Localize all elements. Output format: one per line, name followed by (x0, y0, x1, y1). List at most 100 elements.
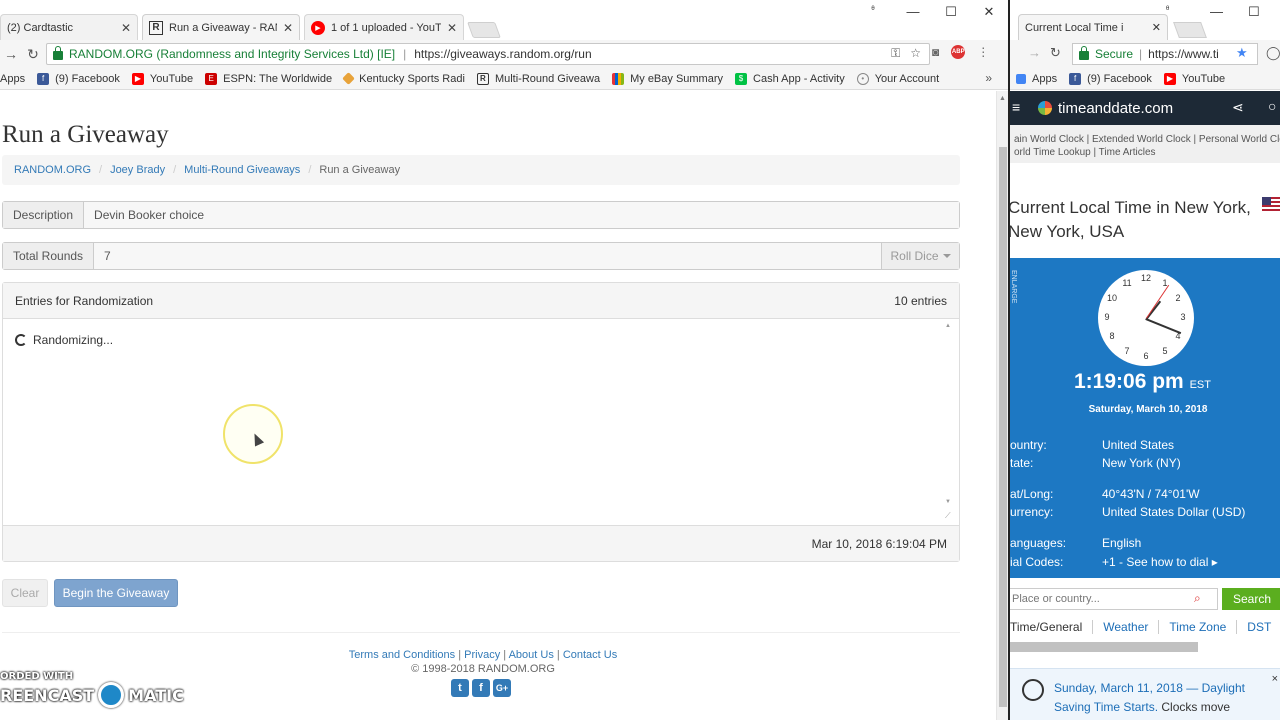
address-bar-right[interactable]: Secure | https://www.ti (1072, 43, 1258, 65)
tab-time-zone[interactable]: Time Zone (1158, 620, 1236, 634)
hamburger-menu-icon[interactable]: ≡ (1012, 99, 1020, 115)
bookmark-star-icon[interactable]: ☆ (910, 46, 921, 61)
tab-youtube-upload[interactable]: ▶ 1 of 1 uploaded - YouTu ✕ (304, 14, 464, 40)
facebook-icon[interactable]: f (472, 679, 490, 697)
more-bookmarks-icon[interactable]: » (985, 71, 992, 85)
place-search-input[interactable]: Place or country... (1010, 588, 1218, 610)
tab-weather[interactable]: Weather (1092, 620, 1158, 634)
info-lat-long: at/Long: 40°43'N / 74°01'W (1010, 487, 1200, 501)
close-banner-icon[interactable]: × (1272, 673, 1278, 685)
contact-link[interactable]: Contact Us (563, 649, 617, 661)
reload-icon[interactable]: ↻ (1050, 45, 1061, 61)
tab-time-general[interactable]: Time/General (1010, 620, 1092, 634)
dst-banner: Sunday, March 11, 2018 — Daylight Saving… (1010, 668, 1280, 720)
roll-dice-button[interactable]: Roll Dice (881, 243, 959, 269)
ksr-icon (342, 72, 356, 85)
enlarge-link[interactable]: ENLARGE (1010, 270, 1017, 303)
key-icon[interactable]: ⚿ (891, 46, 900, 61)
breadcrumb-random-org[interactable]: RANDOM.ORG (14, 164, 91, 176)
profile-icon[interactable]: ᶿ (1166, 4, 1169, 14)
maximize-button[interactable]: ☐ (1248, 4, 1260, 20)
bookmark-espn[interactable]: E ESPN: The Worldwide (205, 72, 332, 85)
reload-icon[interactable]: ↻ (24, 46, 42, 63)
page-title: Run a Giveaway (2, 121, 169, 148)
close-icon[interactable]: ✕ (447, 21, 457, 35)
bookmark-facebook[interactable]: f (9) Facebook (1069, 72, 1152, 85)
share-icon[interactable]: ⋖ (1232, 99, 1244, 116)
scroll-up-icon[interactable]: ▲ (945, 323, 953, 329)
minimize-button[interactable]: — (1210, 4, 1223, 19)
close-icon[interactable]: ✕ (1152, 21, 1161, 34)
close-icon[interactable]: ✕ (121, 21, 131, 35)
search-icon[interactable]: ⌕ (1194, 591, 1201, 606)
menu-icon[interactable]: ⋮ (977, 45, 989, 59)
tab-run-giveaway[interactable]: R Run a Giveaway - RANDO ✕ (142, 14, 300, 40)
bookmark-ebay[interactable]: My eBay Summary (612, 72, 723, 85)
terms-link[interactable]: Terms and Conditions (349, 649, 455, 661)
bookmark-facebook[interactable]: f (9) Facebook (37, 72, 120, 85)
total-rounds-field[interactable]: 7 (94, 243, 881, 269)
bookmark-youtube[interactable]: ▶ YouTube (131, 72, 193, 85)
lock-icon (53, 46, 63, 60)
bookmark-kentucky-sports-radio[interactable]: Kentucky Sports Radi (342, 72, 465, 85)
bookmark-multi-round-giveaways[interactable]: R Multi-Round Giveawa (476, 72, 600, 85)
bookmark-star-icon[interactable]: ★ (1236, 45, 1248, 61)
caret-down-icon (942, 254, 951, 258)
bookmark-your-account[interactable]: • Your Account (856, 72, 939, 85)
search-icon[interactable]: ○ (1268, 98, 1276, 114)
scroll-thumb[interactable] (999, 147, 1007, 707)
site-header: ≡ timeanddate.com ⋖ ○ (1010, 91, 1280, 125)
forward-icon[interactable]: → (2, 46, 20, 62)
google-plus-icon[interactable]: G+ (493, 679, 511, 697)
tab-cardtastic[interactable]: (2) Cardtastic ✕ (0, 14, 138, 40)
new-tab-button[interactable] (1173, 22, 1207, 38)
tab-timeanddate[interactable]: Current Local Time i ✕ (1018, 14, 1168, 40)
info-currency: urrency: United States Dollar (USD) (1010, 505, 1246, 519)
scroll-down-icon[interactable]: ▼ (945, 499, 951, 505)
tab-dst[interactable]: DST (1236, 620, 1280, 634)
about-link[interactable]: About Us (509, 649, 554, 661)
time-panel: ENLARGE 12 1 2 3 4 5 6 7 8 9 10 11 1:19:… (1010, 258, 1280, 578)
close-icon[interactable]: ✕ (283, 21, 293, 35)
bookmark-cash-app[interactable]: $ Cash App - Activity (735, 72, 845, 85)
scroll-up-icon[interactable]: ▲ (999, 95, 1006, 102)
bookmark-youtube[interactable]: ▶ YouTube (1163, 72, 1225, 85)
resize-handle-icon[interactable]: ⟋ (945, 511, 951, 521)
place-search: Place or country... ⌕ Search (1010, 588, 1280, 610)
screencast-watermark: ORDED WITH REENCAST MATIC (0, 671, 184, 708)
description-row: Description Devin Booker choice (2, 201, 960, 229)
textarea-scrollbar[interactable]: ▲ ▼ ⟋ (945, 323, 953, 521)
espn-icon: E (205, 72, 218, 85)
entries-textarea[interactable]: Randomizing... ▲ ▼ ⟋ (3, 319, 959, 525)
begin-giveaway-button[interactable]: Begin the Giveaway (54, 579, 178, 607)
see-how-to-dial-link[interactable]: +1 - See how to dial ▸ (1102, 555, 1218, 569)
current-date: Saturday, March 10, 2018 (1088, 404, 1208, 415)
close-window-button[interactable]: ✕ (982, 4, 996, 20)
page-scrollbar[interactable]: ▲ (996, 91, 1008, 720)
search-button[interactable]: Search (1222, 588, 1280, 610)
site-logo[interactable]: timeanddate.com (1038, 100, 1173, 117)
horizontal-scrollbar[interactable] (1010, 642, 1198, 652)
clock-icon (1022, 679, 1044, 701)
description-field[interactable]: Devin Booker choice (84, 202, 959, 228)
youtube-icon: ▶ (311, 20, 325, 35)
entries-panel-footer: Mar 10, 2018 6:19:04 PM (3, 525, 959, 561)
adblock-icon[interactable]: ABP (951, 45, 966, 59)
new-tab-button[interactable] (467, 22, 501, 38)
breadcrumb-joey-brady[interactable]: Joey Brady (110, 164, 165, 176)
twitter-icon[interactable]: t (451, 679, 469, 697)
camera-icon[interactable]: ◙ (932, 45, 939, 59)
profile-account-icon[interactable]: ◯ (1266, 45, 1280, 61)
minimize-button[interactable]: — (906, 4, 920, 19)
bookmark-apps[interactable]: Apps (1016, 73, 1057, 85)
address-bar[interactable]: RANDOM.ORG (Randomness and Integrity Ser… (46, 43, 930, 65)
clear-button[interactable]: Clear (2, 579, 48, 607)
profile-icon[interactable]: ᶿ (866, 4, 880, 14)
breadcrumb-multi-round-giveaways[interactable]: Multi-Round Giveaways (184, 164, 300, 176)
youtube-icon: ▶ (131, 72, 144, 85)
bookmark-apps[interactable]: Apps (0, 73, 25, 85)
account-icon: • (856, 72, 869, 85)
maximize-button[interactable]: ☐ (944, 4, 958, 20)
privacy-link[interactable]: Privacy (464, 649, 500, 661)
forward-icon[interactable]: → (1028, 45, 1041, 60)
